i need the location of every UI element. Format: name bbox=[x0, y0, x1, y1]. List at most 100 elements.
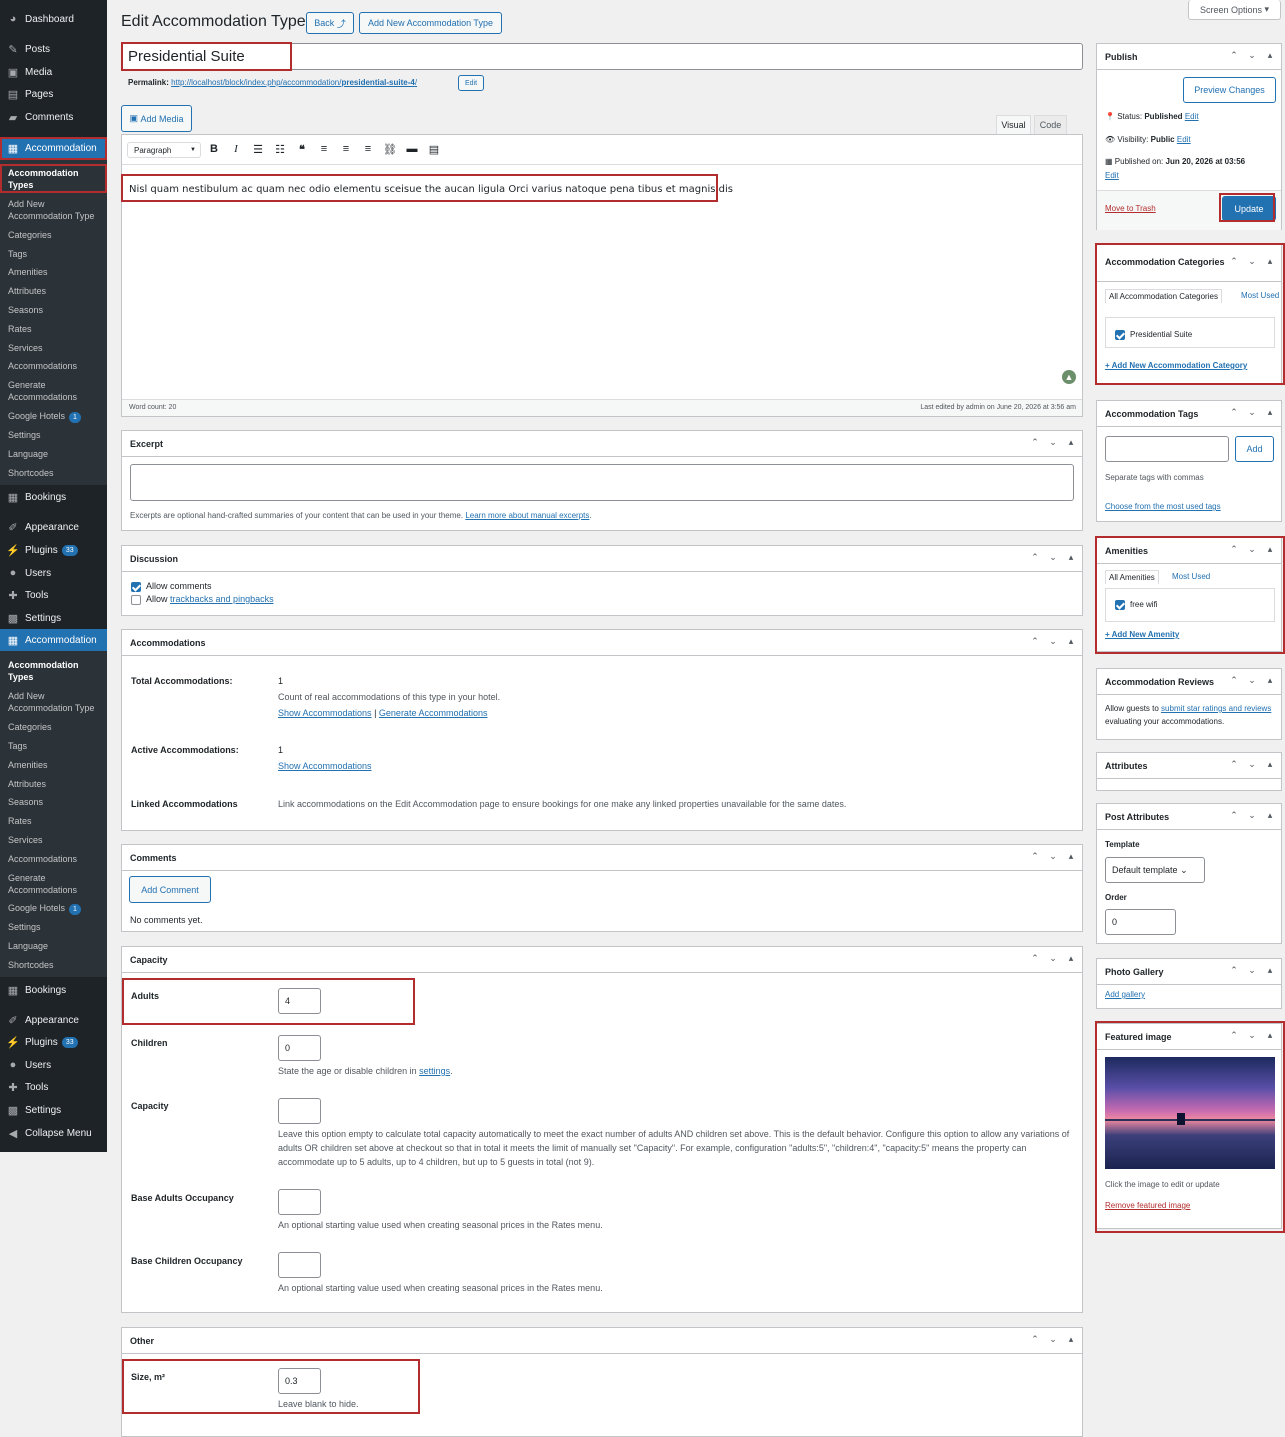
checkbox[interactable] bbox=[131, 594, 141, 605]
toggle-icon[interactable]: ▴ bbox=[1265, 50, 1275, 61]
submenu-add-new[interactable]: Add New Accommodation Type bbox=[8, 198, 103, 222]
box-controls[interactable]: ⌃ ⌄ ▴ bbox=[1229, 759, 1275, 770]
screen-options-button[interactable]: Screen Options ▾ bbox=[1188, 0, 1281, 20]
submenu-categories[interactable]: Categories bbox=[8, 721, 52, 733]
move-down-icon[interactable]: ⌄ bbox=[1048, 552, 1058, 563]
italic-icon[interactable]: I bbox=[229, 143, 243, 155]
template-select[interactable]: Default template ⌄ bbox=[1105, 857, 1205, 883]
move-up-icon[interactable]: ⌃ bbox=[1229, 256, 1239, 267]
adults-input[interactable]: 4 bbox=[278, 988, 321, 1014]
box-controls[interactable]: ⌃ ⌄ ▴ bbox=[1229, 544, 1275, 555]
menu-plugins-2[interactable]: ⚡ Plugins 33 bbox=[0, 1031, 107, 1053]
tab-most-used-label[interactable]: Most Used bbox=[1241, 291, 1279, 300]
tab-code[interactable]: Code bbox=[1034, 115, 1067, 134]
submenu-shortcodes[interactable]: Shortcodes bbox=[8, 467, 54, 479]
toggle-icon[interactable]: ▴ bbox=[1066, 552, 1076, 563]
menu-bookings-2[interactable]: ▦ Bookings bbox=[0, 979, 107, 1001]
move-up-icon[interactable]: ⌃ bbox=[1030, 1334, 1040, 1345]
tab-most-used-amenities[interactable]: Most Used bbox=[1172, 572, 1210, 581]
move-down-icon[interactable]: ⌄ bbox=[1247, 675, 1257, 686]
box-controls[interactable]: ⌃ ⌄ ▴ bbox=[1030, 953, 1076, 964]
excerpt-learn-link[interactable]: Learn more about manual excerpts bbox=[465, 511, 589, 520]
submenu-seasons[interactable]: Seasons bbox=[8, 796, 43, 808]
box-controls[interactable]: ⌃ ⌄ ▴ bbox=[1030, 552, 1076, 563]
submenu-services[interactable]: Services bbox=[8, 834, 43, 846]
toggle-icon[interactable]: ▴ bbox=[1265, 1030, 1275, 1041]
grammar-icon[interactable]: ▲ bbox=[1062, 370, 1076, 384]
excerpt-header[interactable]: Excerpt bbox=[122, 431, 1082, 457]
tab-visual[interactable]: Visual bbox=[996, 115, 1031, 134]
menu-users[interactable]: ● Users bbox=[0, 562, 107, 584]
box-controls[interactable]: ⌃ ⌄ ▴ bbox=[1229, 407, 1275, 418]
numbered-list-icon[interactable]: ☷ bbox=[273, 143, 287, 156]
trash-link[interactable]: Move to Trash bbox=[1105, 204, 1156, 213]
align-right-icon[interactable]: ≡ bbox=[361, 143, 375, 155]
toggle-icon[interactable]: ▴ bbox=[1066, 851, 1076, 862]
show-accommodations-link[interactable]: Show Accommodations bbox=[278, 708, 372, 718]
featured-image[interactable] bbox=[1105, 1057, 1275, 1169]
move-down-icon[interactable]: ⌄ bbox=[1247, 407, 1257, 418]
tab-all-amenities[interactable]: All Amenities bbox=[1105, 570, 1159, 584]
move-up-icon[interactable]: ⌃ bbox=[1030, 552, 1040, 563]
box-controls[interactable]: ⌃ ⌄ ▴ bbox=[1030, 851, 1076, 862]
menu-media[interactable]: ▣ Media bbox=[0, 61, 107, 83]
box-controls[interactable]: ⌃ ⌄ ▴ bbox=[1229, 810, 1275, 821]
submenu-accommodation-types[interactable]: Accommodation Types bbox=[8, 167, 98, 191]
menu-posts[interactable]: ✎ Posts bbox=[0, 38, 107, 60]
size-input[interactable]: 0.3 bbox=[278, 1368, 321, 1394]
submenu-generate[interactable]: Generate Accommodations bbox=[8, 379, 88, 403]
allow-trackbacks[interactable]: Allow trackbacks and pingbacks bbox=[131, 594, 274, 605]
quote-icon[interactable]: ❝ bbox=[295, 143, 309, 156]
menu-accommodation-2[interactable]: ▦ Accommodation bbox=[0, 629, 107, 651]
align-left-icon[interactable]: ≡ bbox=[317, 143, 331, 155]
toggle-icon[interactable]: ▴ bbox=[1066, 437, 1076, 448]
tag-input[interactable] bbox=[1105, 436, 1229, 462]
submenu-rates[interactable]: Rates bbox=[8, 815, 32, 827]
move-up-icon[interactable]: ⌃ bbox=[1030, 953, 1040, 964]
add-media-button[interactable]: ▣ Add Media bbox=[121, 105, 192, 132]
submenu-services[interactable]: Services bbox=[8, 342, 43, 354]
move-down-icon[interactable]: ⌄ bbox=[1247, 256, 1257, 267]
base-adults-input[interactable] bbox=[278, 1189, 321, 1215]
toggle-icon[interactable]: ▴ bbox=[1265, 810, 1275, 821]
menu-tools[interactable]: ✚ Tools bbox=[0, 584, 107, 606]
submenu-attributes[interactable]: Attributes bbox=[8, 778, 46, 790]
menu-appearance-2[interactable]: ✐ Appearance bbox=[0, 1009, 107, 1031]
move-down-icon[interactable]: ⌄ bbox=[1247, 810, 1257, 821]
move-up-icon[interactable]: ⌃ bbox=[1229, 810, 1239, 821]
toolbar-toggle-icon[interactable]: ▤ bbox=[427, 143, 441, 156]
move-down-icon[interactable]: ⌄ bbox=[1048, 1334, 1058, 1345]
menu-pages[interactable]: ▤ Pages bbox=[0, 83, 107, 105]
status-edit-link[interactable]: Edit bbox=[1185, 112, 1199, 121]
visibility-edit-link[interactable]: Edit bbox=[1177, 135, 1191, 144]
toggle-icon[interactable]: ▴ bbox=[1265, 759, 1275, 770]
title-input[interactable]: Presidential Suite bbox=[121, 43, 1083, 70]
read-more-icon[interactable]: ▬ bbox=[405, 143, 419, 155]
box-controls[interactable]: ⌃ ⌄ ▴ bbox=[1030, 636, 1076, 647]
order-input[interactable]: 0 bbox=[1105, 909, 1176, 935]
toggle-icon[interactable]: ▴ bbox=[1066, 953, 1076, 964]
submenu-accommodations[interactable]: Accommodations bbox=[8, 853, 77, 865]
box-controls[interactable]: ⌃ ⌄ ▴ bbox=[1229, 965, 1275, 976]
submenu-categories[interactable]: Categories bbox=[8, 229, 52, 241]
published-edit-link[interactable]: Edit bbox=[1105, 171, 1119, 180]
move-down-icon[interactable]: ⌄ bbox=[1247, 1030, 1257, 1041]
box-controls[interactable]: ⌃ ⌄ ▴ bbox=[1229, 256, 1275, 267]
align-center-icon[interactable]: ≡ bbox=[339, 143, 353, 155]
box-controls[interactable]: ⌃ ⌄ ▴ bbox=[1030, 1334, 1076, 1345]
submenu-settings[interactable]: Settings bbox=[8, 921, 41, 933]
checkbox-checked[interactable] bbox=[131, 581, 141, 592]
settings-link[interactable]: settings bbox=[419, 1066, 450, 1076]
move-up-icon[interactable]: ⌃ bbox=[1030, 437, 1040, 448]
menu-comments[interactable]: ▰ Comments bbox=[0, 106, 107, 128]
menu-accommodation[interactable]: ▦ Accommodation bbox=[0, 137, 107, 159]
remove-featured-link[interactable]: Remove featured image bbox=[1105, 1201, 1190, 1210]
move-down-icon[interactable]: ⌄ bbox=[1048, 437, 1058, 448]
add-tag-button[interactable]: Add bbox=[1235, 436, 1274, 462]
add-category-link[interactable]: + Add New Accommodation Category bbox=[1105, 361, 1247, 370]
submenu-attributes[interactable]: Attributes bbox=[8, 285, 46, 297]
submenu-generate[interactable]: Generate Accommodations bbox=[8, 872, 88, 896]
toggle-icon[interactable]: ▴ bbox=[1265, 965, 1275, 976]
excerpt-textarea[interactable] bbox=[130, 464, 1074, 501]
other-header[interactable]: Other bbox=[122, 1328, 1082, 1354]
